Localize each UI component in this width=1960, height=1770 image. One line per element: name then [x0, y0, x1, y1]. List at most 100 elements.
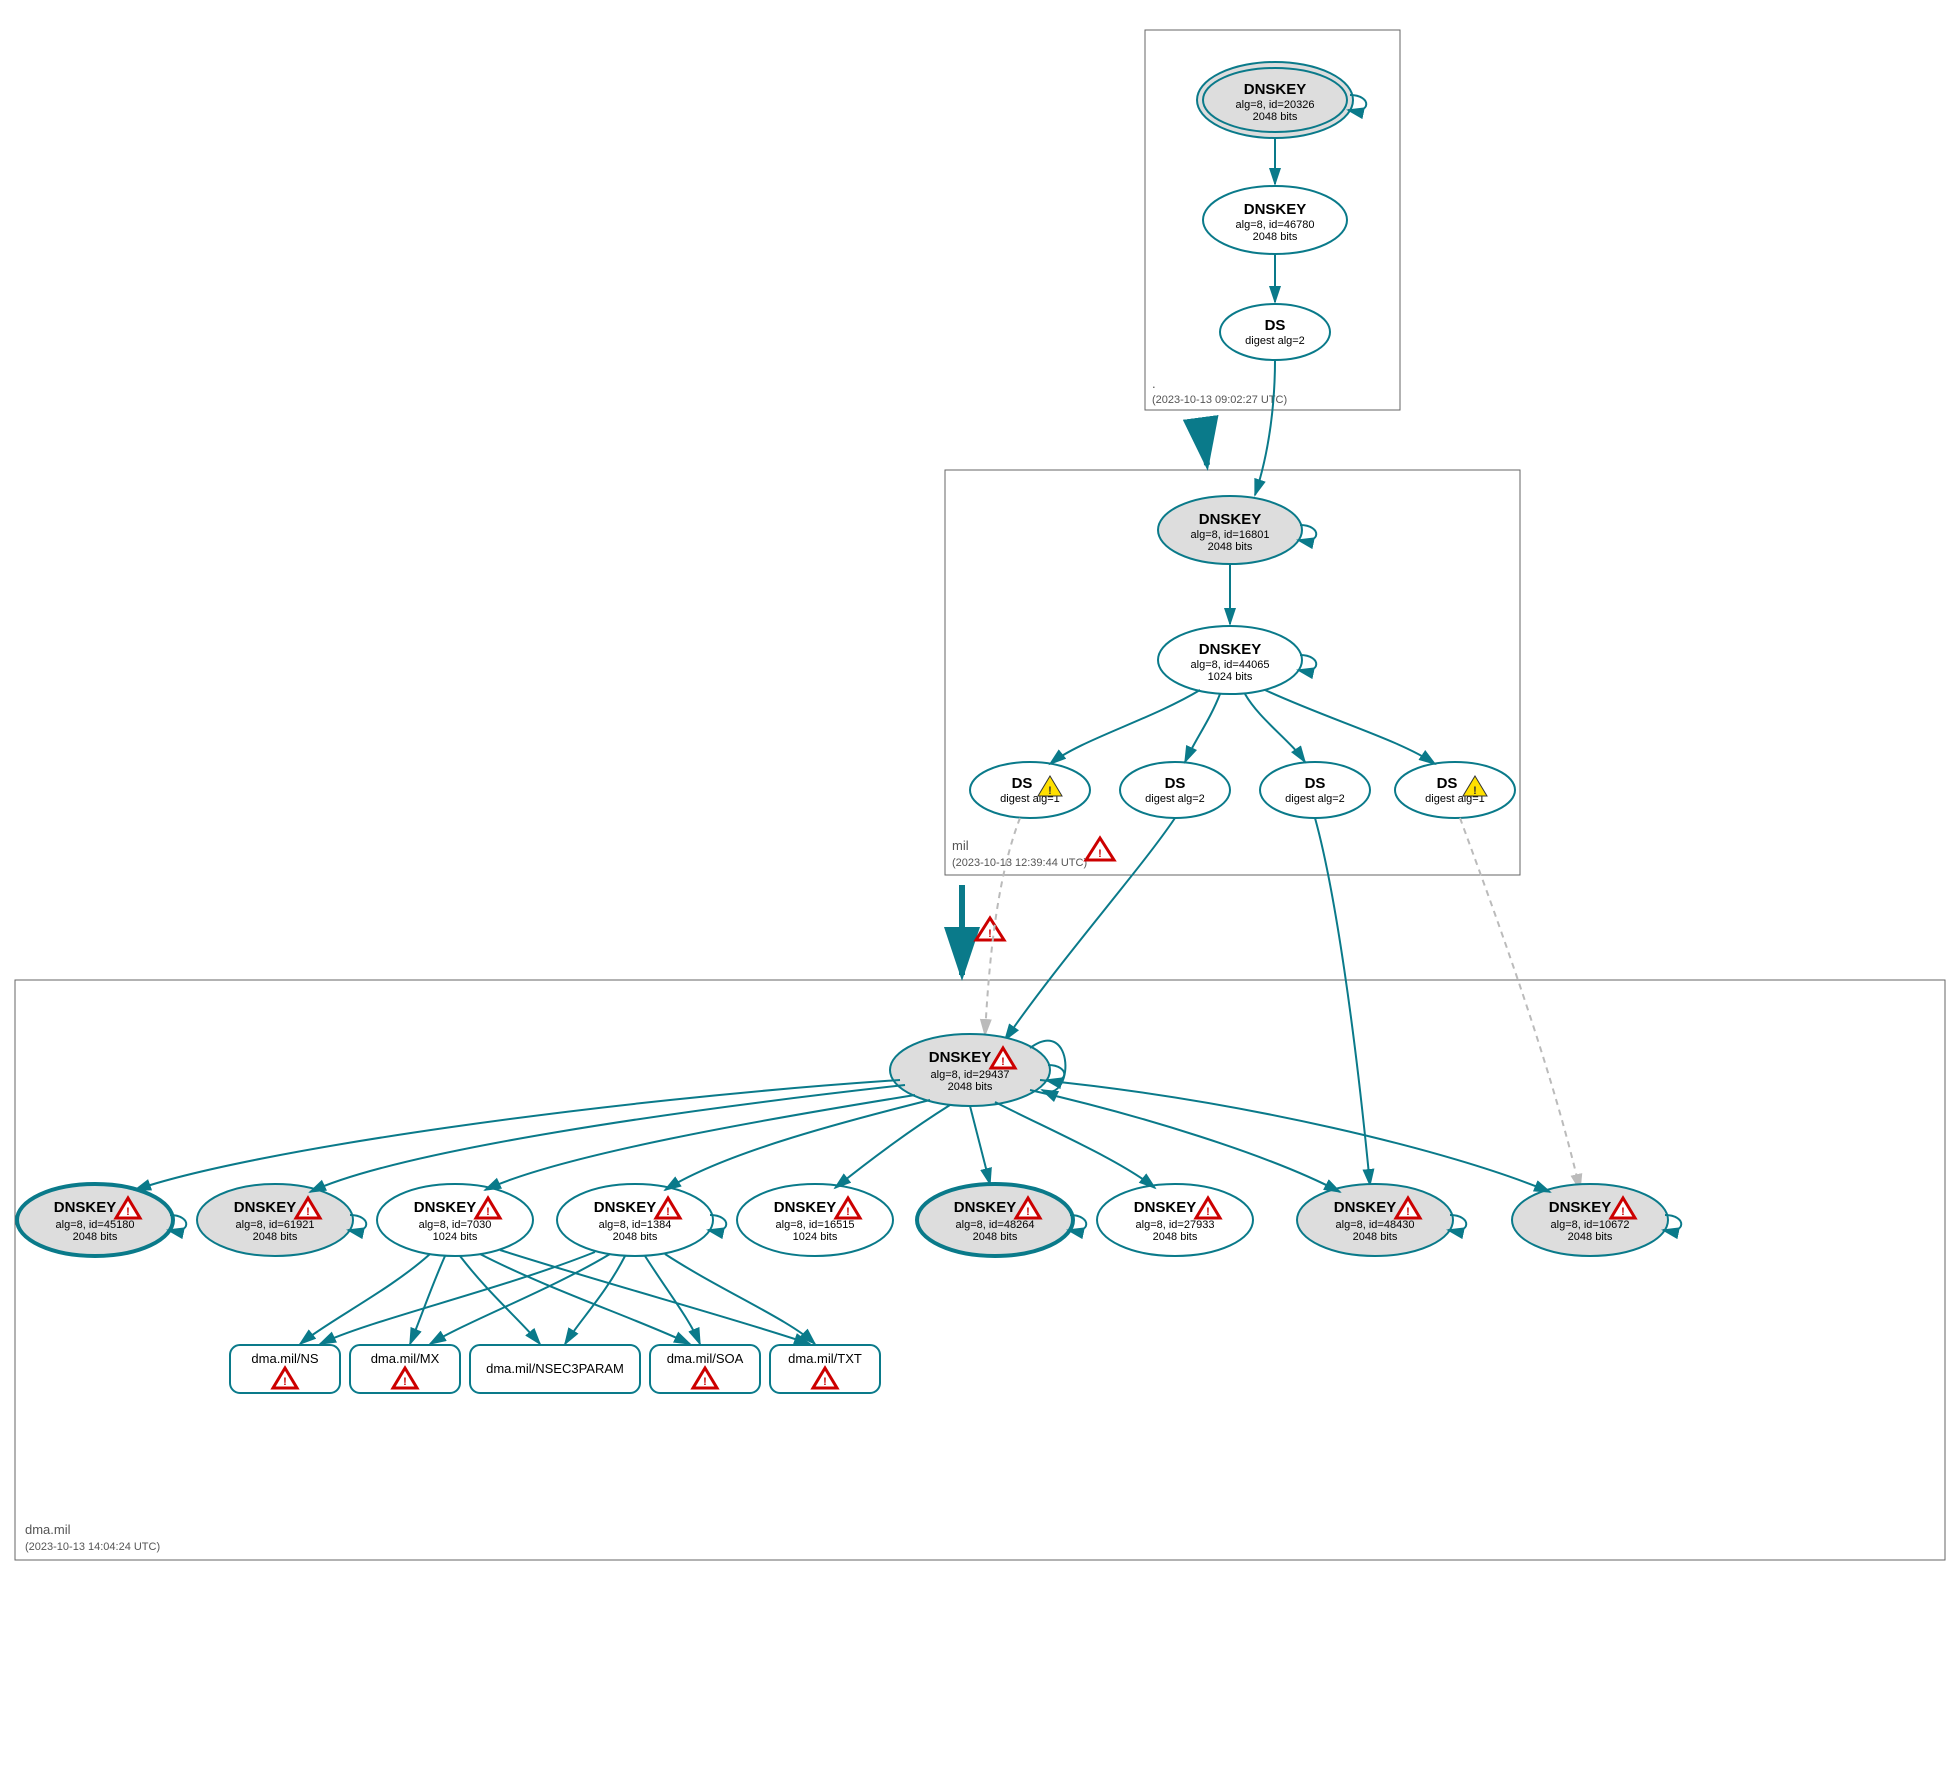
svg-text:!: ! [126, 1206, 130, 1218]
svg-text:digest alg=2: digest alg=2 [1145, 793, 1205, 805]
svg-text:alg=8, id=10672: alg=8, id=10672 [1551, 1219, 1630, 1231]
svg-text:DNSKEY: DNSKEY [1549, 1199, 1612, 1216]
zone-mil-time: (2023-10-13 12:39:44 UTC) [952, 857, 1087, 869]
svg-text:2048 bits: 2048 bits [613, 1231, 658, 1243]
node-dma-ksk: DNSKEY alg=8, id=29437 2048 bits ! [890, 1034, 1065, 1106]
svg-text:DNSKEY: DNSKEY [1244, 81, 1307, 98]
svg-text:DNSKEY: DNSKEY [1334, 1199, 1397, 1216]
svg-text:!: ! [703, 1376, 707, 1388]
svg-text:1024 bits: 1024 bits [433, 1231, 478, 1243]
svg-text:DNSKEY: DNSKEY [414, 1199, 477, 1216]
svg-text:!: ! [1001, 1056, 1005, 1068]
svg-text:2048 bits: 2048 bits [1568, 1231, 1613, 1243]
zone-dma-label: dma.mil [25, 1522, 71, 1537]
svg-text:DS: DS [1437, 775, 1458, 792]
svg-text:DNSKEY: DNSKEY [234, 1199, 297, 1216]
svg-text:alg=8, id=61921: alg=8, id=61921 [236, 1219, 315, 1231]
svg-text:dma.mil/MX: dma.mil/MX [371, 1351, 440, 1366]
svg-text:!: ! [846, 1206, 850, 1218]
svg-text:DNSKEY: DNSKEY [1244, 201, 1307, 218]
svg-text:alg=8, id=20326: alg=8, id=20326 [1236, 99, 1315, 111]
node-k48264: DNSKEY alg=8, id=48264 2048 bits ! [917, 1184, 1086, 1256]
svg-text:alg=8, id=16801: alg=8, id=16801 [1191, 529, 1270, 541]
node-k1384: DNSKEY alg=8, id=1384 2048 bits ! [557, 1184, 726, 1256]
svg-text:2048 bits: 2048 bits [1353, 1231, 1398, 1243]
svg-text:alg=8, id=29437: alg=8, id=29437 [931, 1069, 1010, 1081]
zone-root-time: (2023-10-13 09:02:27 UTC) [1152, 394, 1287, 406]
node-ds2: DS digest alg=2 [1120, 762, 1230, 818]
svg-text:alg=8, id=44065: alg=8, id=44065 [1191, 659, 1270, 671]
node-mil-ksk: DNSKEY alg=8, id=16801 2048 bits [1158, 496, 1316, 564]
svg-text:DS: DS [1012, 775, 1033, 792]
svg-text:DNSKEY: DNSKEY [929, 1049, 992, 1066]
rr-mx: dma.mil/MX ! [350, 1345, 460, 1393]
svg-text:DNSKEY: DNSKEY [954, 1199, 1017, 1216]
svg-text:2048 bits: 2048 bits [1253, 231, 1298, 243]
svg-text:!: ! [823, 1376, 827, 1388]
svg-text:alg=8, id=48264: alg=8, id=48264 [956, 1219, 1035, 1231]
svg-text:2048 bits: 2048 bits [73, 1231, 118, 1243]
node-ds4: DS digest alg=1 ! [1395, 762, 1515, 818]
svg-text:!: ! [988, 928, 992, 940]
zone-dma-time: (2023-10-13 14:04:24 UTC) [25, 1541, 160, 1553]
node-root-ksk: DNSKEY alg=8, id=20326 2048 bits [1197, 62, 1366, 138]
svg-text:dma.mil/NS: dma.mil/NS [251, 1351, 319, 1366]
svg-text:2048 bits: 2048 bits [253, 1231, 298, 1243]
dnssec-diagram: . (2023-10-13 09:02:27 UTC) DNSKEY alg=8… [0, 0, 1960, 1770]
svg-text:!: ! [1206, 1206, 1210, 1218]
svg-text:DNSKEY: DNSKEY [774, 1199, 837, 1216]
svg-text:!: ! [1473, 785, 1477, 797]
node-k7030: DNSKEY alg=8, id=7030 1024 bits ! [377, 1184, 533, 1256]
svg-text:DS: DS [1305, 775, 1326, 792]
svg-text:!: ! [403, 1376, 407, 1388]
svg-text:DS: DS [1165, 775, 1186, 792]
svg-text:1024 bits: 1024 bits [793, 1231, 838, 1243]
svg-text:!: ! [1621, 1206, 1625, 1218]
zone-root-label: . [1152, 376, 1156, 391]
svg-text:!: ! [283, 1376, 287, 1388]
svg-text:DNSKEY: DNSKEY [54, 1199, 117, 1216]
error-icon: ! [976, 918, 1004, 940]
node-mil-zsk: DNSKEY alg=8, id=44065 1024 bits [1158, 626, 1316, 694]
svg-text:DNSKEY: DNSKEY [1199, 641, 1262, 658]
svg-text:alg=8, id=46780: alg=8, id=46780 [1236, 219, 1315, 231]
svg-text:alg=8, id=7030: alg=8, id=7030 [419, 1219, 492, 1231]
svg-text:alg=8, id=48430: alg=8, id=48430 [1336, 1219, 1415, 1231]
svg-text:digest alg=2: digest alg=2 [1285, 793, 1345, 805]
rr-txt: dma.mil/TXT ! [770, 1345, 880, 1393]
node-k10672: DNSKEY alg=8, id=10672 2048 bits ! [1512, 1184, 1681, 1256]
svg-text:alg=8, id=27933: alg=8, id=27933 [1136, 1219, 1215, 1231]
svg-text:dma.mil/TXT: dma.mil/TXT [788, 1351, 862, 1366]
svg-text:2048 bits: 2048 bits [973, 1231, 1018, 1243]
svg-text:2048 bits: 2048 bits [1153, 1231, 1198, 1243]
zone-mil-label: mil [952, 838, 969, 853]
svg-text:2048 bits: 2048 bits [948, 1081, 993, 1093]
rr-nsec3param: dma.mil/NSEC3PARAM [470, 1345, 640, 1393]
svg-text:dma.mil/SOA: dma.mil/SOA [667, 1351, 744, 1366]
svg-text:DS: DS [1265, 317, 1286, 334]
svg-text:DNSKEY: DNSKEY [1134, 1199, 1197, 1216]
svg-text:!: ! [1406, 1206, 1410, 1218]
node-ds3: DS digest alg=2 [1260, 762, 1370, 818]
svg-text:DNSKEY: DNSKEY [1199, 511, 1262, 528]
svg-text:!: ! [1026, 1206, 1030, 1218]
node-root-ds: DS digest alg=2 [1220, 304, 1330, 360]
node-k16515: DNSKEY alg=8, id=16515 1024 bits ! [737, 1184, 893, 1256]
svg-text:1024 bits: 1024 bits [1208, 671, 1253, 683]
svg-text:alg=8, id=1384: alg=8, id=1384 [599, 1219, 672, 1231]
error-icon: ! [1086, 838, 1114, 860]
svg-text:!: ! [666, 1206, 670, 1218]
svg-text:2048 bits: 2048 bits [1253, 111, 1298, 123]
node-ds1: DS digest alg=1 ! [970, 762, 1090, 818]
node-k61921: DNSKEY alg=8, id=61921 2048 bits ! [197, 1184, 366, 1256]
rr-ns: dma.mil/NS ! [230, 1345, 340, 1393]
svg-text:2048 bits: 2048 bits [1208, 541, 1253, 553]
node-k48430: DNSKEY alg=8, id=48430 2048 bits ! [1297, 1184, 1466, 1256]
svg-text:DNSKEY: DNSKEY [594, 1199, 657, 1216]
node-root-zsk: DNSKEY alg=8, id=46780 2048 bits [1203, 186, 1347, 254]
svg-text:alg=8, id=45180: alg=8, id=45180 [56, 1219, 135, 1231]
node-k45180: DNSKEY alg=8, id=45180 2048 bits ! [17, 1184, 186, 1256]
svg-text:alg=8, id=16515: alg=8, id=16515 [776, 1219, 855, 1231]
svg-text:!: ! [1098, 848, 1102, 860]
svg-text:!: ! [486, 1206, 490, 1218]
